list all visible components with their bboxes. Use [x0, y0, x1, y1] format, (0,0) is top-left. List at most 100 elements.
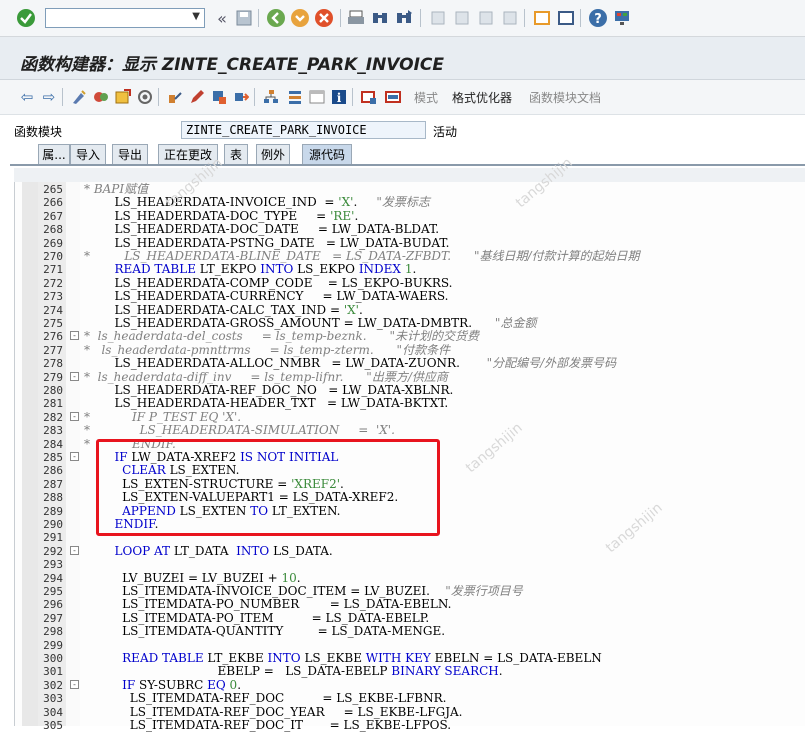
enter-icon[interactable]	[16, 8, 36, 28]
display-change-icon[interactable]	[70, 88, 88, 106]
next-page-icon[interactable]	[476, 8, 496, 28]
tab-exceptions[interactable]: 例外	[256, 144, 290, 164]
fold-toggle-icon[interactable]: -	[70, 452, 79, 461]
where-used-icon[interactable]	[166, 88, 184, 106]
code-line[interactable]: 272 LS_HEADERDATA-COMP_CODE = LS_EKPO-BU…	[0, 276, 805, 290]
command-field[interactable]: ▼	[45, 8, 205, 28]
code-line[interactable]: 293	[0, 558, 805, 571]
find-next-icon[interactable]	[394, 8, 414, 28]
code-line[interactable]: 275 LS_HEADERDATA-GROSS_AMOUNT = LW_DATA…	[0, 316, 805, 330]
line-number: 268	[43, 223, 63, 237]
line-number: 277	[43, 343, 63, 357]
code-line[interactable]: 282- * IF P_TEST EQ 'X'.	[0, 409, 805, 424]
code-line[interactable]: 278 LS_HEADERDATA-ALLOC_NMBR = LW_DATA-Z…	[0, 356, 805, 371]
pencil-icon[interactable]	[188, 88, 206, 106]
display-object-icon[interactable]	[360, 88, 378, 106]
code-line[interactable]: 265 * BAPI赋值	[0, 182, 805, 196]
function-module-field[interactable]: ZINTE_CREATE_PARK_INVOICE	[181, 121, 426, 139]
help-icon[interactable]: ?	[588, 8, 608, 28]
code-line[interactable]: 304 LS_ITEMDATA-REF_DOC_YEAR = LS_EKBE-L…	[0, 705, 805, 719]
line-number: 281	[43, 397, 63, 411]
code-line[interactable]: 281 LS_HEADERDATA-HEADER_TXT = LW_DATA-B…	[0, 397, 805, 411]
fold-toggle-icon[interactable]: -	[70, 411, 79, 421]
code-line[interactable]: 274 LS_HEADERDATA-CALC_TAX_IND = 'X'.	[0, 302, 805, 317]
fold-toggle-icon[interactable]: -	[70, 545, 79, 555]
code-text: LS_HEADERDATA-CALC_TAX_IND = 'X'.	[84, 302, 363, 317]
code-text: LS_ITEMDATA-PO_ITEM = LS_DATA-EBELP.	[84, 610, 430, 625]
activate-icon[interactable]	[136, 88, 154, 106]
code-line[interactable]: 294 LV_BUZEI = LV_BUZEI + 10.	[0, 571, 805, 585]
window-icon[interactable]	[308, 88, 326, 106]
exit-icon[interactable]	[290, 8, 310, 28]
double-chevron-left-icon[interactable]: «	[212, 8, 232, 28]
chevron-down-icon[interactable]: ▼	[192, 11, 200, 22]
code-line[interactable]: 302- IF SY-SUBRC EQ 0.	[0, 678, 805, 692]
line-number: 279	[43, 370, 63, 384]
highlight-box	[96, 439, 440, 536]
fold-toggle-icon[interactable]: -	[70, 331, 79, 341]
test-icon[interactable]	[384, 88, 402, 106]
code-text: LS_ITEMDATA-PO_NUMBER = LS_DATA-EBELN.	[84, 597, 452, 612]
fold-toggle-icon[interactable]: -	[70, 679, 79, 689]
back-icon[interactable]	[266, 8, 286, 28]
code-line[interactable]: 303 LS_ITEMDATA-REF_DOC = LS_EKBE-LFBNR.	[0, 691, 805, 705]
code-text: LS_ITEMDATA-QUANTITY = LS_DATA-MENGE.	[84, 624, 446, 639]
code-text: * BAPI赋值	[84, 182, 149, 196]
tab-attributes[interactable]: 属...	[38, 144, 70, 164]
tab-tables[interactable]: 表	[224, 144, 248, 164]
code-line[interactable]: 299	[0, 639, 805, 652]
code-line[interactable]: 295 LS_ITEMDATA-INVOICE_DOC_ITEM = LV_BU…	[0, 584, 805, 598]
code-line[interactable]: 292- LOOP AT LT_DATA INTO LS_DATA.	[0, 544, 805, 558]
module-documentation-button[interactable]: 函数模块文档	[529, 89, 601, 106]
arrow-right-icon[interactable]: ⇨	[40, 88, 58, 106]
code-text: * IF P_TEST EQ 'X'.	[84, 409, 242, 424]
code-line[interactable]: 300 READ TABLE LT_EKBE INTO LS_EKBE WITH…	[0, 651, 805, 665]
layout-menu-icon[interactable]	[612, 8, 632, 28]
fold-toggle-icon[interactable]: -	[70, 371, 79, 381]
insert-statement-icon[interactable]	[210, 88, 228, 106]
save-icon[interactable]	[234, 8, 254, 28]
code-line[interactable]: 271 READ TABLE LT_EKPO INTO LS_EKPO INDE…	[0, 263, 805, 277]
previous-page-icon[interactable]	[452, 8, 472, 28]
tab-import[interactable]: 导入	[70, 144, 106, 164]
cancel-icon[interactable]	[314, 8, 334, 28]
line-number: 293	[43, 558, 63, 572]
code-line[interactable]: 268 LS_HEADERDATA-DOC_DATE = LW_DATA-BLD…	[0, 222, 805, 237]
code-line[interactable]: 296 LS_ITEMDATA-PO_NUMBER = LS_DATA-EBEL…	[0, 597, 805, 612]
code-line[interactable]: 301 EBELP = LS_DATA-EBELP BINARY SEARCH.	[0, 665, 805, 679]
line-number: 275	[43, 317, 63, 330]
code-line[interactable]: 276- * ls_headerdata-del_costs = ls_temp-…	[0, 330, 805, 344]
code-line[interactable]: 270 * LS_HEADERDATA-BLINE_DATE = LS_DATA-…	[0, 249, 805, 263]
code-line[interactable]: 266 LS_HEADERDATA-INVOICE_IND = 'X'. "发票…	[0, 196, 805, 210]
code-line[interactable]: 269 LS_HEADERDATA-PSTNG_DATE = LW_DATA-B…	[0, 236, 805, 250]
info-icon[interactable]: i	[330, 88, 348, 106]
mode-button[interactable]: 模式	[414, 89, 438, 106]
code-line[interactable]: 280 LS_HEADERDATA-REF_DOC_NO = LW_DATA-X…	[0, 383, 805, 397]
find-icon[interactable]	[370, 8, 390, 28]
check-icon[interactable]	[114, 88, 132, 106]
line-number: 278	[43, 357, 63, 371]
code-line[interactable]: 277 * ls_headerdata-pmnttrms = ls_temp-zt…	[0, 343, 805, 357]
pretty-printer-button[interactable]: 格式优化器	[452, 89, 512, 106]
active-inactive-icon[interactable]	[92, 88, 110, 106]
shortcut-icon[interactable]	[556, 8, 576, 28]
print-icon[interactable]	[346, 8, 366, 28]
code-text: LS_HEADERDATA-GROSS_AMOUNT = LW_DATA-DMB…	[84, 316, 537, 330]
code-text: LS_HEADERDATA-ALLOC_NMBR = LW_DATA-ZUONR…	[84, 356, 617, 371]
new-session-icon[interactable]	[532, 8, 552, 28]
code-line[interactable]: 267 LS_HEADERDATA-DOC_TYPE = 'RE'.	[0, 209, 805, 223]
code-line[interactable]: 279- * ls_headerdata-diff_inv = ls_temp-l…	[0, 370, 805, 384]
tab-source-code[interactable]: 源代码	[302, 144, 352, 164]
stack-icon[interactable]	[286, 88, 304, 106]
line-number: 294	[43, 571, 63, 585]
code-line[interactable]: 283 * LS_HEADERDATA-SIMULATION = 'X'.	[0, 423, 805, 437]
pattern-icon[interactable]	[232, 88, 250, 106]
hierarchy-icon[interactable]	[262, 88, 280, 106]
code-line[interactable]: 298 LS_ITEMDATA-QUANTITY = LS_DATA-MENGE…	[0, 624, 805, 639]
code-line[interactable]: 273 LS_HEADERDATA-CURRENCY = LW_DATA-WAE…	[0, 289, 805, 303]
last-page-icon[interactable]	[500, 8, 520, 28]
code-line[interactable]: 297 LS_ITEMDATA-PO_ITEM = LS_DATA-EBELP.	[0, 610, 805, 625]
tab-export[interactable]: 导出	[112, 144, 148, 164]
arrow-left-icon[interactable]: ⇦	[18, 88, 36, 106]
first-page-icon[interactable]	[428, 8, 448, 28]
